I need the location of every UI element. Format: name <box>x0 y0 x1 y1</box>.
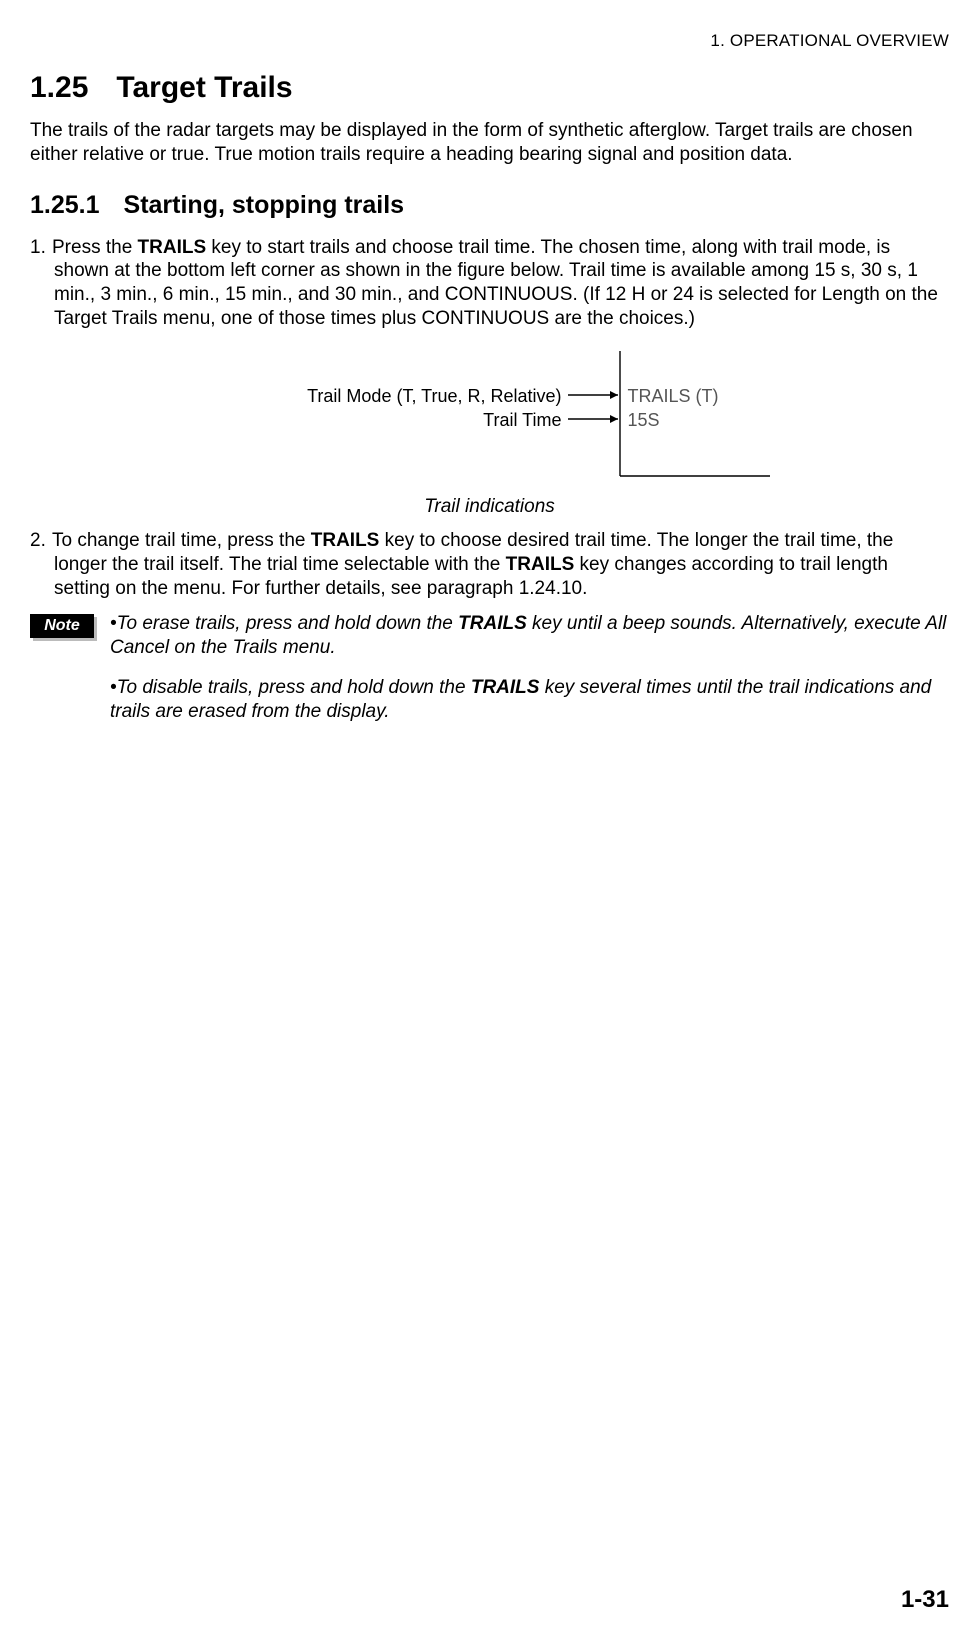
note-p1-a: •To erase trails, press and hold down th… <box>110 613 458 634</box>
note-p2: •To disable trails, press and hold down … <box>110 676 949 724</box>
note-p1-key: TRAILS <box>458 613 527 634</box>
note-badge-container: Note <box>30 614 94 638</box>
steps-list-2: 2.To change trail time, press the TRAILS… <box>30 529 949 600</box>
note-p2-key: TRAILS <box>471 677 540 698</box>
section-number: 1.25 <box>30 69 88 107</box>
figure-caption: Trail indications <box>30 495 949 519</box>
trail-indications-figure: Trail Mode (T, True, R, Relative) Trail … <box>170 351 810 481</box>
step-2-key1: TRAILS <box>311 530 380 551</box>
step-1: 1.Press the TRAILS key to start trails a… <box>30 236 949 331</box>
step-1-text-a: Press the <box>52 237 138 258</box>
step-2-marker: 2. <box>30 529 52 553</box>
page-number: 1-31 <box>901 1585 949 1615</box>
step-1-marker: 1. <box>30 236 52 260</box>
subsection-title: Starting, stopping trails <box>124 191 405 219</box>
intro-paragraph: The trails of the radar targets may be d… <box>30 119 949 167</box>
chapter-header: 1. OPERATIONAL OVERVIEW <box>30 30 949 51</box>
step-2: 2.To change trail time, press the TRAILS… <box>30 529 949 600</box>
section-heading: 1.25 Target Trails <box>30 69 949 107</box>
figure-label-time: Trail Time <box>483 409 561 432</box>
note-p2-a: •To disable trails, press and hold down … <box>110 677 471 698</box>
subsection-heading: 1.25.1 Starting, stopping trails <box>30 190 949 221</box>
section-title: Target Trails <box>116 71 292 104</box>
note-badge: Note <box>30 614 94 638</box>
step-2-key2: TRAILS <box>506 554 575 575</box>
figure-display-line2: 15S <box>628 409 660 432</box>
subsection-number: 1.25.1 <box>30 190 100 221</box>
note-block: Note •To erase trails, press and hold do… <box>30 612 949 739</box>
note-p1: •To erase trails, press and hold down th… <box>110 612 949 660</box>
step-1-key: TRAILS <box>138 237 207 258</box>
steps-list: 1.Press the TRAILS key to start trails a… <box>30 236 949 331</box>
figure-label-mode: Trail Mode (T, True, R, Relative) <box>307 385 561 408</box>
figure-display-line1: TRAILS (T) <box>628 385 719 408</box>
figure-container: Trail Mode (T, True, R, Relative) Trail … <box>30 351 949 488</box>
note-body: •To erase trails, press and hold down th… <box>110 612 949 739</box>
step-2-text-a: To change trail time, press the <box>52 530 311 551</box>
